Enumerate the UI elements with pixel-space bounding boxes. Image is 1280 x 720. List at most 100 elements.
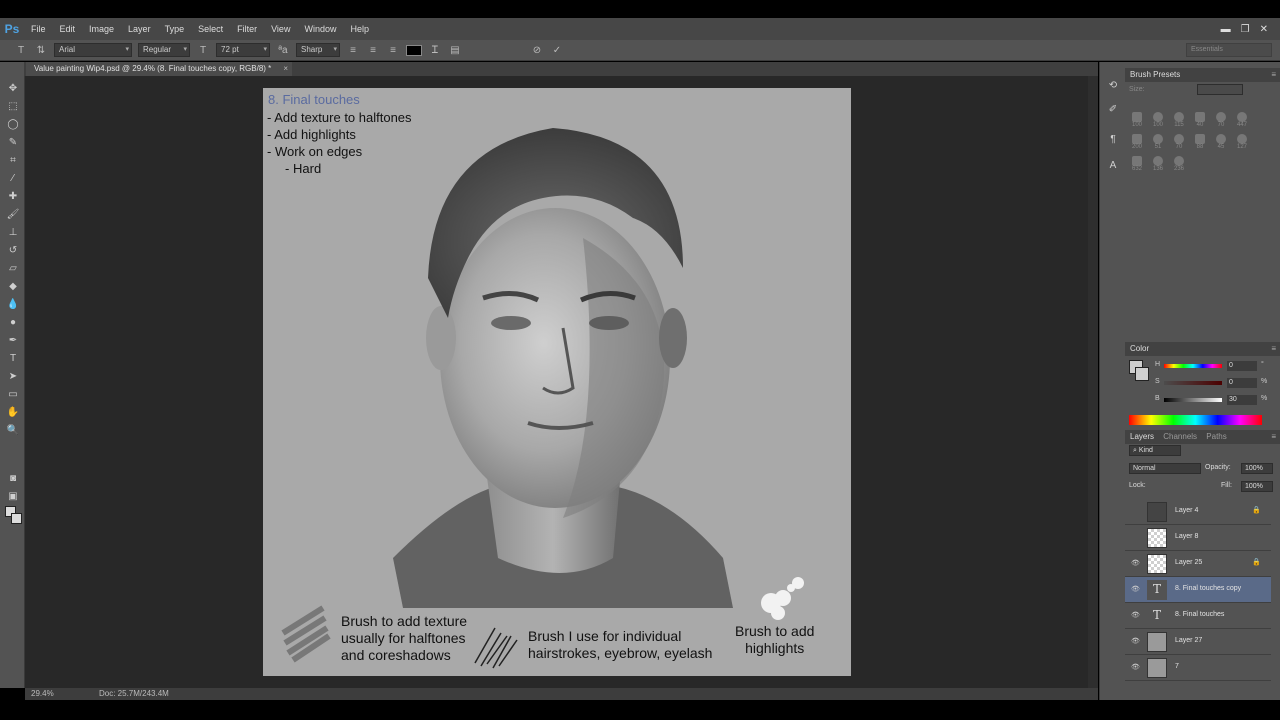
- brush-preset[interactable]: 45: [1211, 134, 1231, 156]
- brush-preset[interactable]: 100: [1127, 112, 1147, 134]
- panel-menu-icon[interactable]: ≡: [1271, 342, 1276, 356]
- workspace-select[interactable]: Essentials: [1186, 43, 1272, 57]
- history-panel-icon[interactable]: ⟲: [1106, 80, 1120, 94]
- layer-row[interactable]: Layer 8: [1125, 525, 1271, 551]
- brush-presets-tab[interactable]: Brush Presets: [1130, 70, 1180, 79]
- layer-row[interactable]: 👁 T 8. Final touches copy: [1125, 577, 1271, 603]
- paragraph-panel-icon[interactable]: ¶: [1106, 134, 1120, 148]
- layer-row[interactable]: 👁 7: [1125, 655, 1271, 681]
- type-tool-preset-icon[interactable]: T: [14, 45, 28, 56]
- opacity-field[interactable]: 100%: [1241, 463, 1273, 474]
- visibility-eye-icon[interactable]: 👁: [1131, 585, 1140, 593]
- clone-stamp-tool-icon[interactable]: ⊥: [6, 226, 20, 240]
- vertical-scrollbar[interactable]: [1088, 76, 1098, 688]
- brush-preset[interactable]: 632: [1127, 156, 1147, 178]
- visibility-eye-icon[interactable]: 👁: [1131, 663, 1140, 671]
- brightness-slider[interactable]: [1164, 398, 1222, 402]
- text-color-swatch[interactable]: [406, 44, 422, 56]
- hue-value[interactable]: 0: [1227, 361, 1257, 371]
- zoom-level[interactable]: 29.4%: [31, 688, 54, 700]
- quick-mask-icon[interactable]: ◙: [6, 472, 20, 486]
- close-tab-icon[interactable]: ×: [283, 62, 288, 76]
- blend-mode-select[interactable]: Normal: [1129, 463, 1201, 474]
- menu-file[interactable]: File: [24, 18, 53, 40]
- close-window-button[interactable]: ✕: [1260, 24, 1268, 35]
- visibility-eye-icon[interactable]: 👁: [1131, 611, 1140, 619]
- brush-preset[interactable]: 100: [1148, 112, 1168, 134]
- eyedropper-tool-icon[interactable]: ⁄: [6, 172, 20, 186]
- minimize-button[interactable]: ▬: [1221, 24, 1231, 35]
- brush-preset[interactable]: 200: [1127, 134, 1147, 156]
- paint-bucket-tool-icon[interactable]: ◆: [6, 280, 20, 294]
- panel-menu-icon[interactable]: ≡: [1271, 68, 1276, 82]
- menu-help[interactable]: Help: [343, 18, 376, 40]
- crop-tool-icon[interactable]: ⌗: [6, 154, 20, 168]
- align-right-icon[interactable]: ≡: [386, 45, 400, 56]
- quick-select-tool-icon[interactable]: ✎: [6, 136, 20, 150]
- saturation-slider[interactable]: [1164, 381, 1222, 385]
- type-tool-icon[interactable]: T: [6, 352, 20, 366]
- menu-view[interactable]: View: [264, 18, 297, 40]
- color-tab[interactable]: Color: [1130, 344, 1149, 353]
- shape-tool-icon[interactable]: ▭: [6, 388, 20, 402]
- background-color-swatch[interactable]: [11, 513, 22, 524]
- hand-tool-icon[interactable]: ✋: [6, 406, 20, 420]
- healing-brush-tool-icon[interactable]: ✚: [6, 190, 20, 204]
- layer-row[interactable]: 👁 Layer 27: [1125, 629, 1271, 655]
- restore-button[interactable]: ❐: [1241, 24, 1250, 35]
- visibility-eye-icon[interactable]: 👁: [1131, 559, 1140, 567]
- brightness-value[interactable]: 30: [1227, 395, 1257, 405]
- align-center-icon[interactable]: ≡: [366, 45, 380, 56]
- document-tab[interactable]: Value painting Wip4.psd @ 29.4% (8. Fina…: [26, 62, 292, 76]
- path-selection-tool-icon[interactable]: ➤: [6, 370, 20, 384]
- document-canvas[interactable]: 8. Final touches - Add texture to halfto…: [263, 88, 851, 676]
- blur-tool-icon[interactable]: 💧: [6, 298, 20, 312]
- layer-row[interactable]: 👁 T 8. Final touches: [1125, 603, 1271, 629]
- brush-preset[interactable]: 136: [1148, 156, 1168, 178]
- warp-text-icon[interactable]: Ꮖ: [428, 45, 442, 56]
- brush-panel-icon[interactable]: ✐: [1106, 104, 1120, 118]
- paths-tab[interactable]: Paths: [1206, 432, 1226, 441]
- saturation-value[interactable]: 0: [1227, 378, 1257, 388]
- hue-slider[interactable]: [1164, 364, 1222, 368]
- brush-size-field[interactable]: [1197, 84, 1243, 95]
- brush-preset[interactable]: 51: [1148, 134, 1168, 156]
- menu-select[interactable]: Select: [191, 18, 230, 40]
- menu-layer[interactable]: Layer: [121, 18, 158, 40]
- brush-preset[interactable]: 115: [1169, 112, 1189, 134]
- commit-edit-icon[interactable]: ✓: [550, 45, 564, 56]
- cancel-edit-icon[interactable]: ⊘: [530, 45, 544, 56]
- eraser-tool-icon[interactable]: ▱: [6, 262, 20, 276]
- layers-tab[interactable]: Layers: [1130, 432, 1154, 441]
- move-tool-icon[interactable]: ✥: [6, 82, 20, 96]
- antialias-select[interactable]: Sharp ▾: [296, 43, 340, 57]
- brush-preset[interactable]: 40: [1190, 112, 1210, 134]
- menu-edit[interactable]: Edit: [53, 18, 83, 40]
- font-style-select[interactable]: Regular ▾: [138, 43, 190, 57]
- brush-preset[interactable]: 447: [1232, 112, 1252, 134]
- font-size-select[interactable]: 72 pt ▾: [216, 43, 270, 57]
- brush-tool-icon[interactable]: 🖌: [6, 208, 20, 222]
- color-spectrum[interactable]: [1129, 415, 1262, 425]
- menu-window[interactable]: Window: [297, 18, 343, 40]
- brush-preset[interactable]: 70: [1211, 112, 1231, 134]
- channels-tab[interactable]: Channels: [1163, 432, 1197, 441]
- layer-kind-filter[interactable]: ⌕ Kind: [1129, 445, 1181, 456]
- dodge-tool-icon[interactable]: ●: [6, 316, 20, 330]
- fill-field[interactable]: 100%: [1241, 481, 1273, 492]
- zoom-tool-icon[interactable]: 🔍: [6, 424, 20, 438]
- layer-row[interactable]: 👁 Layer 25 🔒: [1125, 551, 1271, 577]
- marquee-tool-icon[interactable]: ⬚: [6, 100, 20, 114]
- brush-preset[interactable]: 88: [1190, 134, 1210, 156]
- align-left-icon[interactable]: ≡: [346, 45, 360, 56]
- history-brush-tool-icon[interactable]: ↺: [6, 244, 20, 258]
- layer-row[interactable]: Layer 4 🔒: [1125, 499, 1271, 525]
- menu-type[interactable]: Type: [158, 18, 192, 40]
- character-panel-icon[interactable]: ▤: [448, 45, 462, 56]
- menu-image[interactable]: Image: [82, 18, 121, 40]
- brush-preset[interactable]: 236: [1169, 156, 1189, 178]
- character-panel-icon[interactable]: A: [1106, 160, 1120, 174]
- pen-tool-icon[interactable]: ✒: [6, 334, 20, 348]
- screen-mode-icon[interactable]: ▣: [6, 490, 20, 504]
- brush-preset[interactable]: 70: [1169, 134, 1189, 156]
